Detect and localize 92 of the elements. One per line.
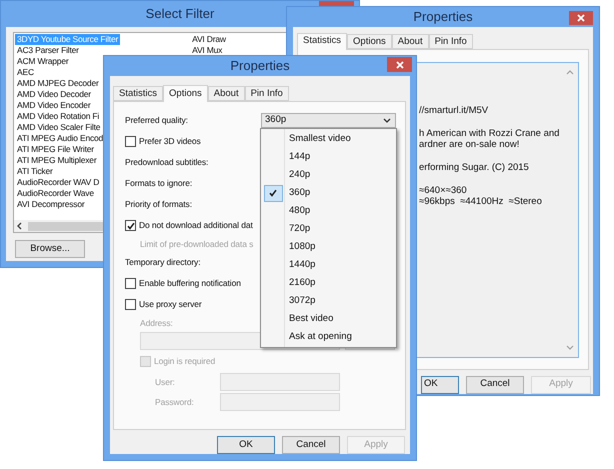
checkbox[interactable] [125,136,136,147]
menu-item-label: 1440p [288,258,316,272]
checkmark-icon [126,222,134,230]
tab[interactable]: Options [163,85,208,102]
tab[interactable]: About [392,34,429,48]
menu-item-label: Ask at opening [288,330,352,344]
info-text: ardner are on-sale now! [419,138,520,150]
dialog-button[interactable]: OK [217,436,275,454]
menu-item[interactable]: Smallest video [261,130,396,148]
option-label: Preferred quality: [125,114,188,127]
tab[interactable]: Statistics [297,32,348,50]
filter-item[interactable]: AMD Video Decoder [15,89,93,100]
tab[interactable]: Options [347,34,392,48]
tab[interactable]: Pin Info [428,34,473,48]
browse-button[interactable]: Browse... [15,240,85,258]
window-title: Properties [230,57,290,76]
option-label: Limit of pre-downloaded data s [140,238,254,250]
menu-item[interactable]: 2160p [261,274,396,292]
menu-item-label: Best video [288,312,334,326]
filter-item[interactable]: AEC [15,67,36,78]
tab[interactable]: Pin Info [244,86,289,101]
menu-item-label: Smallest video [288,132,351,146]
option-label: Login is required [154,355,216,368]
option-label: Prefer 3D videos [139,135,201,148]
scroll-down-icon[interactable] [566,344,574,350]
option-label: User: [155,376,175,388]
dropdown-value: 360p [265,113,286,128]
close-button[interactable] [569,11,593,25]
close-icon [577,14,585,22]
chevron-down-icon [383,118,391,124]
window-title: Select Filter [146,5,214,24]
option-label: Predownload subtitles: [125,156,208,169]
option-label: Use proxy server [139,298,202,311]
menu-item[interactable]: 720p [261,220,396,238]
filter-item[interactable]: AVI Decompressor [15,199,86,210]
menu-item[interactable]: 480p [261,202,396,220]
menu-item[interactable]: Best video [261,310,396,328]
filter-item[interactable]: ATI Ticker [15,166,55,177]
info-text: h American with Rozzi Crane and [419,128,560,138]
info-text: erforming Sugar. (C) 2015 [419,162,530,172]
option-label: Enable buffering notification [139,277,241,290]
window-title: Properties [413,8,473,26]
option-label: Formats to ignore: [125,177,192,190]
checkbox[interactable] [125,299,136,310]
option-label: Priority of formats: [125,198,192,211]
filter-item[interactable]: AC3 Parser Filter [15,45,81,56]
info-text: ≈96kbps ≈44100Hz ≈Stereo [419,196,543,206]
checkbox[interactable] [125,220,136,231]
filter-item[interactable]: ACM Wrapper [15,56,70,67]
filter-item[interactable]: AMD Video Encoder [15,100,92,111]
menu-item-label: 3072p [288,294,316,308]
filter-item[interactable]: AVI Draw [190,34,228,45]
menu-item[interactable]: 240p [261,166,396,184]
dialog-button[interactable]: Cancel [466,376,524,394]
filter-item[interactable]: AudioRecorder Wave [15,188,96,199]
menu-item-label: 2160p [288,276,316,290]
quality-dropdown[interactable]: 360p [261,113,396,128]
filter-item[interactable]: ATI MPEG Audio Encod [15,133,106,144]
filter-item[interactable]: AMD Video Scaler Filte [15,122,102,133]
option-label: Do not download additional dat [139,219,253,232]
option-label: Address: [140,316,173,330]
option-label: Password: [155,396,194,408]
filter-item[interactable]: AMD Video Rotation Fi [15,111,102,122]
menu-item[interactable]: Ask at opening [261,328,396,346]
info-text: //smarturl.it/M5V [419,104,490,116]
filter-item[interactable]: ATI MPEG File Writer [15,144,96,155]
menu-item-label: 144p [288,150,310,164]
menu-item[interactable]: 144p [261,148,396,166]
menu-item-label: 720p [288,222,310,236]
menu-item[interactable]: 1080p [261,238,396,256]
filter-item[interactable]: ATI MPEG Multiplexer [15,155,98,166]
tab[interactable]: About [208,86,245,101]
option-label: Temporary directory: [125,256,200,269]
menu-item[interactable]: 1440p [261,256,396,274]
info-text: ≈640×≈360 [419,184,468,196]
dialog-button[interactable]: OK [421,376,459,394]
checkmark-icon [269,189,277,197]
filter-item[interactable]: AudioRecorder WAV D [15,177,102,188]
close-button[interactable] [387,57,412,72]
close-icon [396,60,404,68]
menu-item-label: 1080p [288,240,316,254]
menu-item[interactable]: 3072p [261,292,396,310]
menu-item-label: 360p [288,186,310,200]
scroll-up-icon[interactable] [566,68,574,74]
dialog-button[interactable]: Cancel [282,436,340,454]
checkbox[interactable] [125,278,136,289]
menu-item[interactable]: 360p [261,184,396,202]
filter-item[interactable]: AVI Mux [190,45,224,56]
tab[interactable]: Statistics [113,86,164,101]
filter-item[interactable]: AMD MJPEG Decoder [15,78,101,89]
menu-item-label: 480p [288,204,310,218]
menu-item-label: 240p [288,168,310,182]
